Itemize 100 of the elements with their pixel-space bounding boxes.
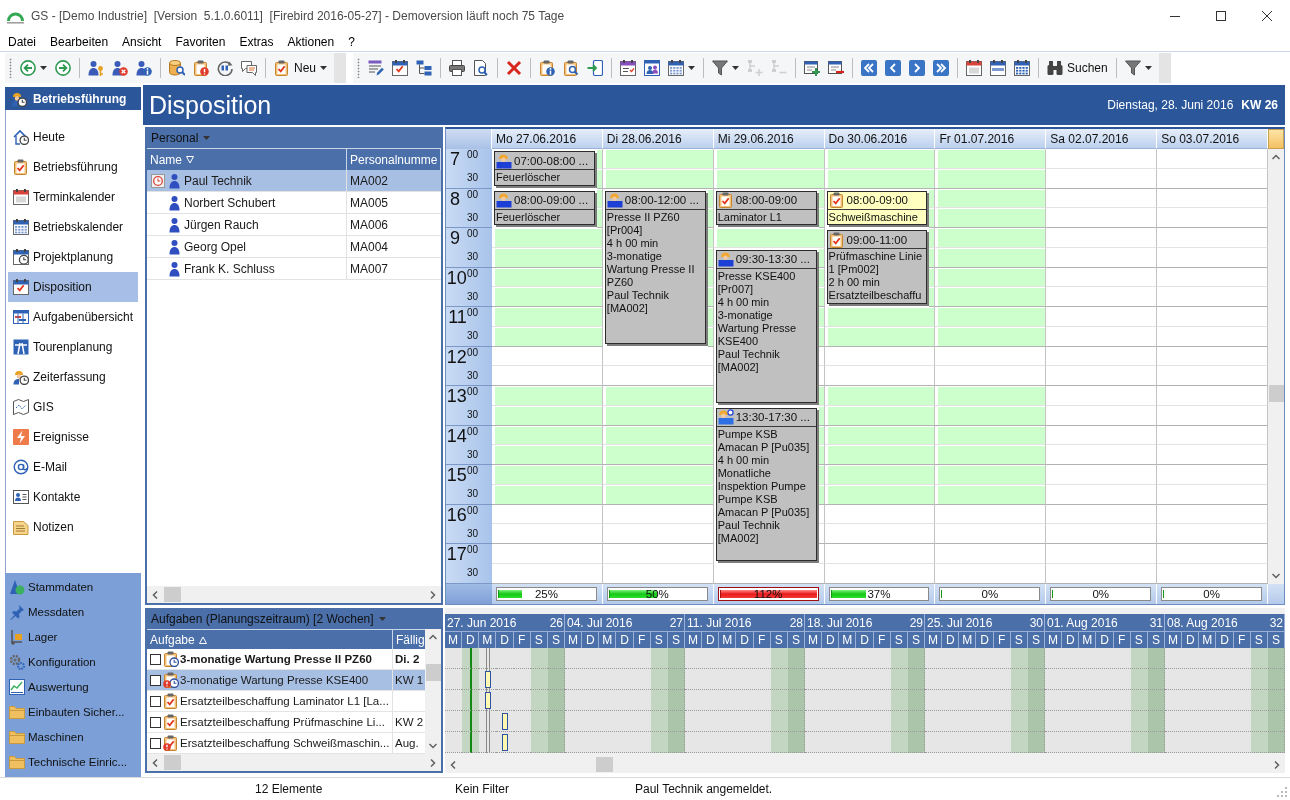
time-slot[interactable]: [935, 366, 1047, 386]
time-slot[interactable]: [935, 425, 1047, 446]
day-header[interactable]: Mo 27.06.2016: [492, 129, 603, 149]
table-row[interactable]: Norbert Schubert MA005: [147, 192, 441, 214]
nav-item[interactable]: Notizen: [8, 512, 138, 542]
time-slot[interactable]: [1157, 267, 1268, 288]
time-slot[interactable]: [492, 267, 603, 288]
time-slot[interactable]: [492, 366, 603, 386]
menu-item[interactable]: ?: [341, 32, 362, 51]
time-slot[interactable]: [596, 208, 603, 228]
nav-item[interactable]: Heute: [8, 122, 138, 152]
time-slot[interactable]: [1046, 445, 1158, 465]
time-slot[interactable]: [818, 405, 825, 426]
time-slot[interactable]: [492, 484, 603, 505]
menu-item[interactable]: Datei: [1, 32, 43, 51]
time-slot[interactable]: [1157, 247, 1268, 268]
gantt-bar[interactable]: [502, 733, 509, 751]
time-slot[interactable]: [492, 326, 603, 347]
time-slot[interactable]: [929, 287, 936, 307]
table-row[interactable]: 3-monatige Wartung Presse KSE400 KW 1: [147, 670, 425, 691]
chevron-down-icon[interactable]: [429, 743, 437, 749]
time-slot[interactable]: [1157, 504, 1268, 525]
time-slot[interactable]: [1157, 326, 1268, 347]
time-slot[interactable]: [1157, 346, 1268, 367]
day-header[interactable]: Sa 02.07.2016: [1046, 129, 1158, 149]
time-slot[interactable]: [935, 524, 1047, 544]
time-slot[interactable]: [1046, 188, 1158, 209]
time-slot[interactable]: [596, 168, 603, 189]
chevron-left-icon[interactable]: [152, 590, 158, 599]
nav-item[interactable]: Betriebsführung: [8, 152, 138, 182]
nav-item[interactable]: Terminkalender: [8, 182, 138, 212]
time-slot[interactable]: [824, 445, 936, 465]
time-slot[interactable]: [1046, 405, 1158, 426]
day-header[interactable]: Fr 01.07.2016: [935, 129, 1047, 149]
time-slot[interactable]: [929, 228, 936, 248]
chevron-up-icon[interactable]: [429, 634, 437, 640]
appointment[interactable]: 08:00-09:00 ... Feuerlöscher: [494, 190, 595, 225]
checkbox[interactable]: [150, 716, 161, 728]
time-slot[interactable]: [935, 208, 1047, 228]
appointment[interactable]: 07:00-08:00 ... Feuerlöscher: [494, 151, 595, 186]
time-slot[interactable]: [818, 208, 825, 228]
time-slot[interactable]: [492, 287, 603, 307]
time-slot[interactable]: [596, 188, 603, 209]
time-slot[interactable]: [602, 366, 714, 386]
time-slot[interactable]: [1046, 287, 1158, 307]
time-slot[interactable]: [492, 445, 603, 465]
chevron-right-icon[interactable]: [430, 590, 436, 599]
time-slot[interactable]: [602, 563, 714, 584]
appointment[interactable]: 13:30-17:30 ... Pumpe KSB Amacan P [Pu035] 4 h 00 min Monatliche Inspektion Pumpe Pumpe KSB Amacan P [Pu035] Paul Technik [MA002]: [715, 407, 817, 561]
chevron-right-icon[interactable]: [430, 758, 436, 767]
time-slot[interactable]: [707, 188, 714, 209]
time-slot[interactable]: [824, 504, 936, 525]
scrollbar-thumb[interactable]: [164, 755, 181, 770]
time-slot[interactable]: [1157, 524, 1268, 544]
time-slot[interactable]: [818, 465, 825, 485]
nav-item[interactable]: GIS: [8, 392, 138, 422]
nav-item[interactable]: Ereignisse: [8, 422, 138, 452]
time-slot[interactable]: [1046, 504, 1158, 525]
toolbar-grip[interactable]: [357, 58, 360, 78]
time-slot[interactable]: [1046, 208, 1158, 228]
toolbar-button[interactable]: Suchen: [1043, 56, 1112, 80]
scrollbar-thumb[interactable]: [1268, 385, 1284, 402]
time-slot[interactable]: [602, 445, 714, 465]
time-slot[interactable]: [492, 563, 603, 584]
time-slot[interactable]: [929, 208, 936, 228]
time-slot[interactable]: [1157, 188, 1268, 209]
appointment[interactable]: 08:00-12:00 ... Presse II PZ60 [Pr004] 4 h 00 min 3-monatige Wartung Presse II PZ60 Paul Technik [MA002]: [604, 190, 706, 344]
scrollbar-thumb[interactable]: [425, 664, 441, 681]
checkbox[interactable]: [150, 674, 161, 686]
time-slot[interactable]: [1046, 524, 1158, 544]
time-slot[interactable]: [818, 188, 825, 209]
time-slot[interactable]: [935, 326, 1047, 347]
time-slot[interactable]: [818, 326, 825, 347]
day-header[interactable]: Do 30.06.2016: [824, 129, 936, 149]
nav-item[interactable]: Kontakte: [8, 482, 138, 512]
gantt-bar[interactable]: [502, 712, 509, 730]
checkbox[interactable]: [150, 737, 161, 749]
time-slot[interactable]: [929, 247, 936, 268]
time-slot[interactable]: [1157, 287, 1268, 307]
toolbar-grip[interactable]: [9, 58, 12, 78]
time-slot[interactable]: [596, 149, 603, 169]
time-slot[interactable]: [935, 445, 1047, 465]
day-header[interactable]: Di 28.06.2016: [602, 129, 714, 149]
nav-group[interactable]: Einbauten Sicher...: [5, 699, 141, 724]
time-slot[interactable]: [1157, 405, 1268, 426]
gantt-bar[interactable]: [485, 670, 492, 688]
nav-item[interactable]: Disposition: [8, 272, 138, 302]
menu-item[interactable]: Extras: [232, 32, 281, 51]
time-slot[interactable]: [929, 267, 936, 288]
time-slot[interactable]: [1046, 425, 1158, 446]
time-slot[interactable]: [1046, 484, 1158, 505]
time-slot[interactable]: [935, 504, 1047, 525]
appointment[interactable]: 09:00-11:00 Prüfmaschine Linie 1 [Pm002] 2 h 00 min Ersatzteilbeschaffu: [826, 230, 928, 304]
time-slot[interactable]: [818, 247, 825, 268]
appointment[interactable]: 09:30-13:30 ... Presse KSE400 [Pr007] 4 h 00 min 3-monatige Wartung Presse KSE400 Paul Technik [MA002]: [715, 249, 817, 403]
menu-item[interactable]: Aktionen: [280, 32, 342, 51]
time-slot[interactable]: [935, 563, 1047, 584]
time-slot[interactable]: [492, 524, 603, 544]
time-slot[interactable]: [1046, 563, 1158, 584]
scrollbar-thumb[interactable]: [164, 587, 181, 602]
